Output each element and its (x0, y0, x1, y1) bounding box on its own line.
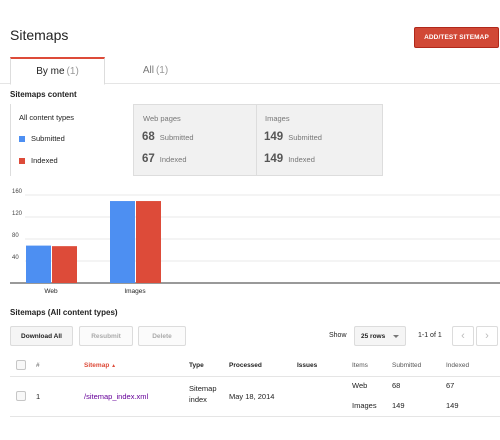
legend-indexed: Indexed (19, 156, 58, 165)
row-checkbox[interactable] (16, 391, 26, 401)
stat-submitted: 68 Submitted (142, 131, 194, 143)
prev-page-button[interactable]: ‹ (452, 326, 474, 346)
table-divider (10, 376, 500, 377)
sitemaps-content-heading: Sitemaps content (10, 90, 77, 99)
pagination-range: 1-1 of 1 (418, 332, 442, 339)
stat-indexed: 67 Indexed (142, 153, 187, 165)
sitemaps-table-heading: Sitemaps (All content types) (10, 308, 118, 317)
row-processed: May 18, 2014 (229, 392, 275, 401)
tab-count: (1) (66, 66, 79, 77)
bar-indexed-images (136, 201, 161, 283)
row-item-name: Images (352, 401, 377, 410)
tab-label: All (142, 65, 154, 76)
x-tick-label: Web (44, 288, 58, 295)
select-all-checkbox[interactable] (16, 360, 26, 370)
chevron-down-icon (393, 335, 399, 338)
content-type-filters: All content types Submitted Indexed Web … (10, 104, 383, 176)
row-item-indexed: 67 (446, 381, 455, 390)
tab-by-me[interactable]: By me (1) (10, 57, 105, 85)
table-divider (10, 416, 500, 417)
show-label: Show (329, 332, 347, 339)
col-header-issues[interactable]: Issues (297, 362, 317, 369)
col-header-indexed: Indexed (446, 362, 470, 369)
row-type-line2: index (189, 395, 207, 404)
submitted-swatch (19, 135, 25, 142)
stat-value: 67 (142, 153, 155, 165)
filter-title: Images (265, 114, 290, 123)
col-header-processed[interactable]: Processed (229, 362, 262, 369)
y-tick-label: 40 (12, 255, 19, 261)
indexed-swatch (19, 157, 25, 164)
col-header-items: Items (352, 362, 368, 369)
stat-value: 68 (142, 131, 155, 143)
stat-submitted: 149 Submitted (264, 131, 322, 143)
stat-label: Submitted (159, 133, 194, 142)
col-header-submitted: Submitted (392, 362, 422, 369)
filter-web-pages[interactable]: Web pages 68 Submitted 67 Indexed (135, 105, 257, 176)
y-tick-label: 80 (12, 233, 19, 239)
stat-label: Indexed (159, 155, 187, 164)
row-item-indexed: 149 (446, 401, 459, 410)
bar-submitted-web (26, 245, 51, 283)
stat-label: Submitted (288, 133, 322, 142)
col-header-type[interactable]: Type (189, 362, 204, 369)
delete-button[interactable]: Delete (138, 326, 186, 346)
legend-label: Submitted (31, 134, 65, 143)
filter-title: Web pages (143, 114, 181, 123)
legend-label: Indexed (31, 156, 58, 165)
y-tick-label: 160 (12, 189, 23, 195)
row-num: 1 (36, 392, 41, 401)
y-tick-label: 120 (12, 211, 23, 217)
tab-all[interactable]: All (1) (108, 57, 203, 84)
row-item-name: Web (352, 381, 368, 390)
sort-ascending-icon: ▲ (111, 363, 117, 369)
row-item-submitted: 68 (392, 381, 401, 390)
col-label: Sitemap (84, 362, 110, 369)
row-type-line1: Sitemap (189, 384, 217, 393)
rows-select-value: 25 rows (361, 332, 386, 340)
stat-indexed: 149 Indexed (264, 153, 315, 165)
sitemap-bar-chart: 160 120 80 40 Web Images (10, 189, 500, 295)
chevron-right-icon: › (485, 330, 489, 342)
stat-value: 149 (264, 131, 284, 143)
filter-title: All content types (19, 113, 75, 122)
stat-label: Indexed (288, 155, 315, 164)
filter-all-content-types[interactable]: All content types Submitted Indexed (10, 104, 134, 176)
stat-value: 149 (264, 153, 284, 165)
next-page-button[interactable]: › (476, 326, 498, 346)
resubmit-button[interactable]: Resubmit (79, 326, 133, 346)
add-test-sitemap-button[interactable]: ADD/TEST SITEMAP (414, 27, 499, 48)
tab-count: (1) (155, 65, 169, 76)
rows-per-page-select[interactable]: 25 rows (354, 326, 406, 346)
x-tick-label: Images (124, 288, 146, 295)
bar-submitted-images (110, 201, 135, 283)
chevron-left-icon: ‹ (461, 330, 465, 342)
bar-indexed-web (52, 246, 77, 283)
sitemap-link[interactable]: /sitemap_index.xml (84, 392, 148, 401)
legend-submitted: Submitted (19, 134, 65, 143)
page-title: Sitemaps (10, 27, 69, 43)
col-header-num: # (36, 362, 40, 369)
filter-images[interactable]: Images 149 Submitted 149 Indexed (257, 105, 383, 176)
col-header-sitemap[interactable]: Sitemap ▲ (84, 362, 116, 369)
tab-bar: By me (1) All (1) (0, 57, 500, 85)
tab-label: By me (36, 66, 65, 77)
row-item-submitted: 149 (392, 401, 405, 410)
download-all-button[interactable]: Download All (10, 326, 73, 346)
